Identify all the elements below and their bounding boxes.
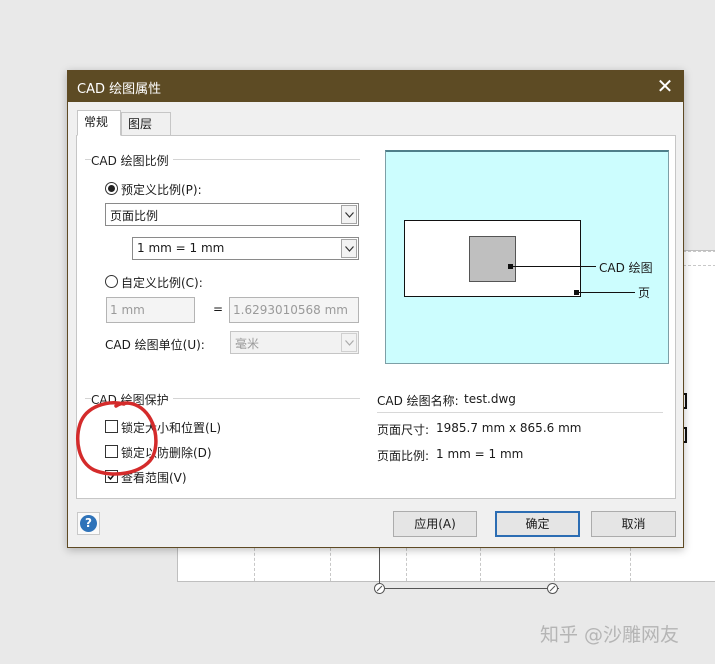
page-scale-label: 页面比例: — [377, 449, 430, 463]
cad-name-value: test.dwg — [464, 392, 516, 406]
dialog-title-bar: CAD 绘图属性 ✕ — [68, 71, 683, 102]
preview-cad-rect — [469, 236, 516, 282]
cancel-button[interactable]: 取消 — [591, 511, 676, 537]
custom-scale-label: 自定义比例(C): — [121, 276, 203, 290]
apply-button[interactable]: 应用(A) — [393, 511, 477, 537]
custom-scale-radio[interactable] — [105, 275, 118, 288]
chevron-down-icon[interactable] — [341, 239, 357, 258]
page-scale-value: 1 mm = 1 mm — [436, 447, 524, 461]
cad-unit-value: 毫米 — [235, 337, 260, 351]
preview-page-label: 页 — [638, 286, 651, 300]
help-icon: ? — [80, 515, 97, 532]
red-annotation-circle — [76, 401, 158, 476]
tab-panel-general: CAD 绘图比例 预定义比例(P): 页面比例 1 mm = 1 mm 自定义比… — [76, 135, 676, 499]
preview-cad-label: CAD 绘图 — [599, 261, 653, 275]
resize-handle[interactable] — [374, 583, 385, 594]
dialog-title: CAD 绘图属性 — [77, 82, 162, 97]
help-button[interactable]: ? — [77, 512, 100, 535]
preview-page-leader — [579, 292, 635, 293]
predefined-scale-value: 页面比例 — [110, 209, 159, 223]
preview-cad-leader — [512, 266, 596, 267]
scale-ratio-select[interactable]: 1 mm = 1 mm — [132, 237, 359, 260]
watermark-text: 知乎 @沙雕网友 — [540, 624, 680, 646]
background-selection-edge-bottom — [379, 588, 559, 589]
custom-scale-right-input[interactable]: 1.6293010568 mm — [229, 297, 359, 323]
close-icon[interactable]: ✕ — [653, 74, 677, 98]
page-size-value: 1985.7 mm x 865.6 mm — [436, 421, 582, 435]
predefined-scale-radio[interactable] — [105, 182, 118, 195]
ok-button[interactable]: 确定 — [495, 511, 580, 537]
predefined-scale-label: 预定义比例(P): — [121, 183, 202, 197]
cad-unit-select[interactable]: 毫米 — [230, 331, 359, 354]
cad-preview-area: CAD 绘图 页 — [385, 150, 669, 364]
resize-handle[interactable] — [547, 583, 558, 594]
chevron-down-icon[interactable] — [341, 205, 357, 224]
page-size-label: 页面尺寸: — [377, 423, 430, 437]
tab-general[interactable]: 常规 — [77, 110, 121, 136]
predefined-scale-select[interactable]: 页面比例 — [105, 203, 359, 226]
scale-ratio-value: 1 mm = 1 mm — [137, 241, 225, 255]
custom-scale-left-input[interactable]: 1 mm — [106, 297, 195, 323]
scale-group-title: CAD 绘图比例 — [91, 152, 173, 169]
info-divider — [377, 412, 663, 413]
cad-unit-label: CAD 绘图单位(U): — [105, 338, 205, 352]
cad-name-label: CAD 绘图名称: — [377, 394, 459, 408]
tab-layers[interactable]: 图层 — [121, 112, 171, 136]
equals-sign: = — [213, 302, 224, 316]
chevron-down-icon[interactable] — [341, 333, 357, 352]
